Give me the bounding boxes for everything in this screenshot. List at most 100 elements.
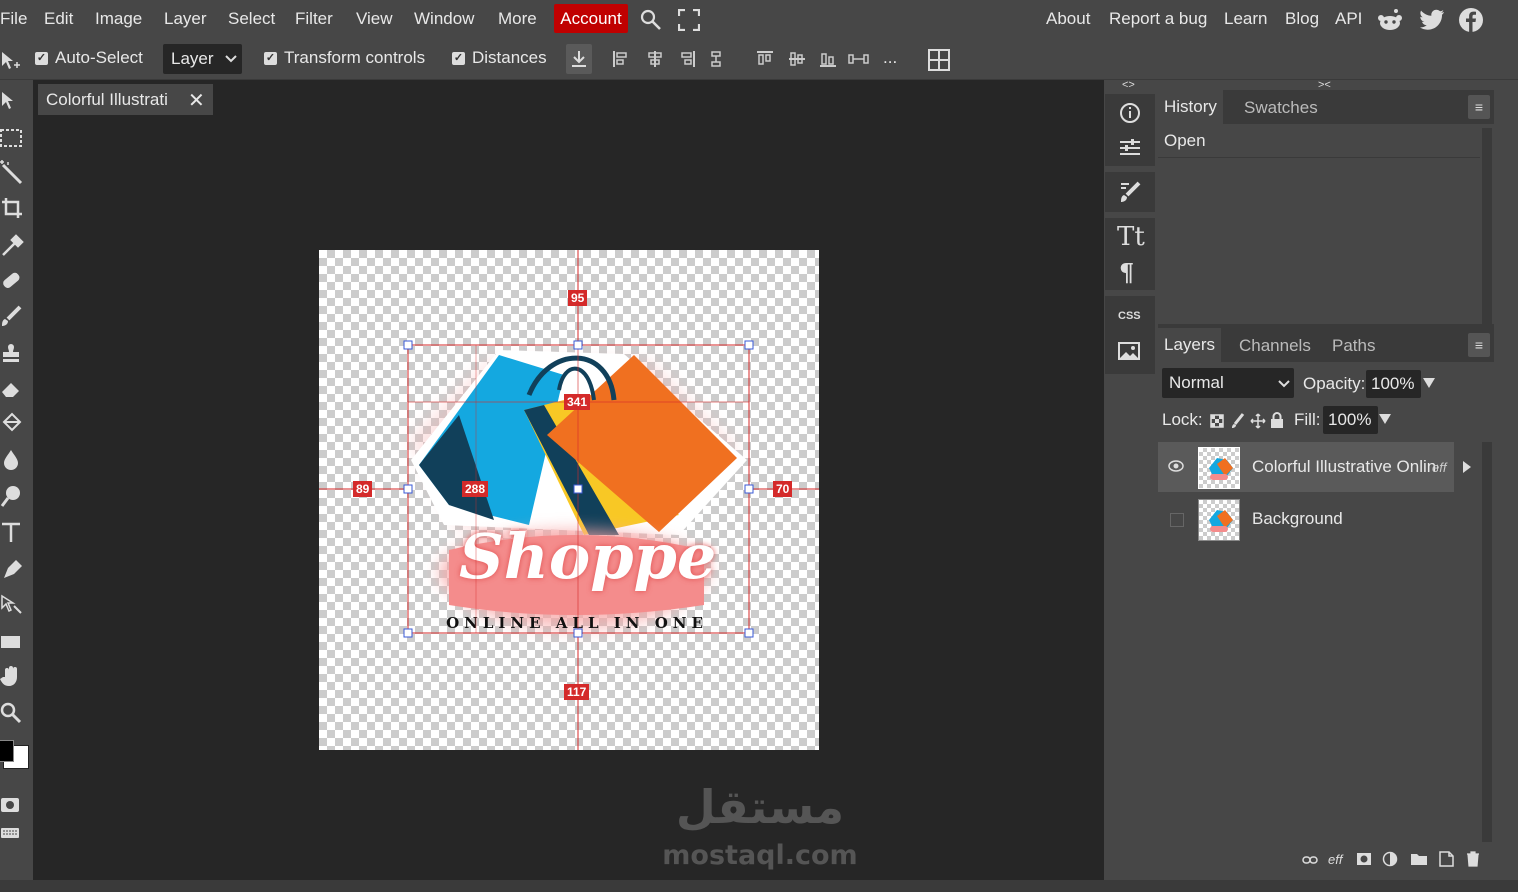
link-report-bug[interactable]: Report a bug <box>1109 9 1207 29</box>
opacity-input[interactable]: 100% <box>1366 370 1421 398</box>
rectangle-tool-icon[interactable] <box>0 628 30 658</box>
effects-badge[interactable]: eff <box>1432 460 1446 475</box>
eraser-tool-icon[interactable] <box>0 376 30 406</box>
align-left-icon[interactable] <box>612 50 630 68</box>
layer-select[interactable]: Layer <box>163 44 242 74</box>
layers-menu-button[interactable]: ≡ <box>1468 333 1490 357</box>
pen-tool-icon[interactable] <box>0 556 30 586</box>
tab-swatches[interactable]: Swatches <box>1244 98 1318 118</box>
eye-icon[interactable] <box>1168 460 1184 472</box>
new-layer-icon[interactable] <box>1438 851 1454 867</box>
stamp-tool-icon[interactable] <box>0 340 30 370</box>
download-button[interactable] <box>566 44 592 74</box>
link-api[interactable]: API <box>1335 9 1362 29</box>
distances-checkbox[interactable]: ✓ <box>452 52 465 65</box>
close-icon[interactable]: ✕ <box>188 88 205 113</box>
link-learn[interactable]: Learn <box>1224 9 1267 29</box>
distribute-h-icon[interactable] <box>708 50 726 68</box>
keyboard-icon[interactable] <box>0 820 30 850</box>
lock-position-icon[interactable] <box>1250 413 1266 429</box>
fullscreen-icon[interactable] <box>678 9 700 31</box>
search-icon[interactable] <box>640 9 662 31</box>
lock-transparency-icon[interactable] <box>1210 414 1224 428</box>
layer-name[interactable]: Background <box>1252 509 1343 529</box>
menu-select[interactable]: Select <box>228 9 275 29</box>
layer-row[interactable]: Colorful Illustrative Online eff <box>1158 442 1480 492</box>
add-mask-icon[interactable] <box>1356 852 1372 866</box>
lock-all-icon[interactable] <box>1270 412 1284 428</box>
layer-row[interactable]: Background <box>1158 494 1480 544</box>
menu-layer[interactable]: Layer <box>164 9 207 29</box>
tab-paths[interactable]: Paths <box>1332 336 1375 356</box>
reddit-icon[interactable] <box>1377 8 1403 32</box>
align-top-icon[interactable] <box>756 50 774 68</box>
fill-input[interactable]: 100% <box>1323 406 1378 434</box>
adjustment-layer-icon[interactable] <box>1382 851 1398 867</box>
menu-filter[interactable]: Filter <box>295 9 333 29</box>
marquee-tool-icon[interactable] <box>0 124 30 154</box>
fill-dropdown-icon[interactable] <box>1378 413 1392 425</box>
align-center-h-icon[interactable] <box>646 50 664 68</box>
hand-tool-icon[interactable] <box>0 664 30 694</box>
zoom-tool-icon[interactable] <box>0 700 30 730</box>
menu-edit[interactable]: Edit <box>44 9 73 29</box>
history-scrollbar[interactable] <box>1482 128 1492 324</box>
crop-tool-icon[interactable] <box>0 196 30 226</box>
document-tab[interactable]: Colorful Illustrati ✕ <box>38 84 213 115</box>
menu-more[interactable]: More <box>498 9 537 29</box>
align-bottom-icon[interactable] <box>819 50 837 68</box>
link-layers-icon[interactable] <box>1302 855 1318 865</box>
type-tool-icon[interactable] <box>0 520 30 550</box>
link-about[interactable]: About <box>1046 9 1090 29</box>
menu-image[interactable]: Image <box>95 9 142 29</box>
tab-channels[interactable]: Channels <box>1239 336 1311 356</box>
info-icon[interactable] <box>1119 102 1141 124</box>
history-item[interactable]: Open <box>1158 124 1480 158</box>
new-group-icon[interactable] <box>1410 852 1428 866</box>
align-center-v-icon[interactable] <box>788 50 806 68</box>
tab-layers[interactable]: Layers <box>1158 328 1222 362</box>
image-icon[interactable] <box>1118 342 1140 362</box>
dodge-tool-icon[interactable] <box>0 484 30 514</box>
more-options[interactable]: ... <box>883 48 897 68</box>
align-right-icon[interactable] <box>678 50 696 68</box>
css-icon[interactable]: CSS <box>1118 310 1141 322</box>
layer-effects-button[interactable]: eff <box>1328 852 1342 867</box>
facebook-icon[interactable] <box>1458 7 1484 33</box>
transform-controls-checkbox[interactable]: ✓ <box>264 52 277 65</box>
lock-pixels-icon[interactable] <box>1231 413 1245 429</box>
grid-icon[interactable] <box>928 49 950 71</box>
layers-scrollbar[interactable] <box>1482 442 1492 842</box>
quick-mask-icon[interactable] <box>0 790 30 820</box>
account-button[interactable]: Account <box>554 4 628 33</box>
link-blog[interactable]: Blog <box>1285 9 1319 29</box>
tab-history[interactable]: History <box>1158 90 1223 124</box>
adjustments-icon[interactable] <box>1119 137 1141 159</box>
move-tool-icon[interactable] <box>0 88 30 118</box>
history-menu-button[interactable]: ≡ <box>1468 95 1490 119</box>
distribute-v-icon[interactable] <box>848 50 870 68</box>
paragraph-icon[interactable]: ¶ <box>1119 258 1134 287</box>
menu-file[interactable]: File <box>0 9 27 29</box>
menu-view[interactable]: View <box>356 9 393 29</box>
brush-settings-icon[interactable] <box>1119 181 1141 203</box>
collapse-strip-icon[interactable]: <> <box>1122 79 1135 91</box>
blur-tool-icon[interactable] <box>0 448 30 478</box>
blend-mode-select[interactable]: Normal <box>1162 368 1294 398</box>
menu-window[interactable]: Window <box>414 9 474 29</box>
eyedropper-icon[interactable] <box>0 232 30 262</box>
auto-select-checkbox[interactable]: ✓ <box>35 52 48 65</box>
layer-name[interactable]: Colorful Illustrative Online <box>1252 457 1438 477</box>
path-select-icon[interactable] <box>0 592 30 622</box>
visibility-toggle[interactable] <box>1170 513 1184 527</box>
delete-layer-icon[interactable] <box>1465 851 1481 867</box>
bucket-tool-icon[interactable] <box>0 412 30 442</box>
magic-wand-icon[interactable] <box>0 160 30 190</box>
opacity-dropdown-icon[interactable] <box>1422 377 1436 389</box>
document-canvas[interactable]: Shoppe ONLINE ALL IN ONE 95 117 89 70 28… <box>319 250 819 750</box>
character-icon[interactable]: Tt <box>1117 222 1145 252</box>
foreground-color-swatch[interactable] <box>0 740 14 762</box>
healing-brush-icon[interactable] <box>0 268 30 298</box>
layer-expand-button[interactable] <box>1454 442 1480 492</box>
brush-tool-icon[interactable] <box>0 304 30 334</box>
